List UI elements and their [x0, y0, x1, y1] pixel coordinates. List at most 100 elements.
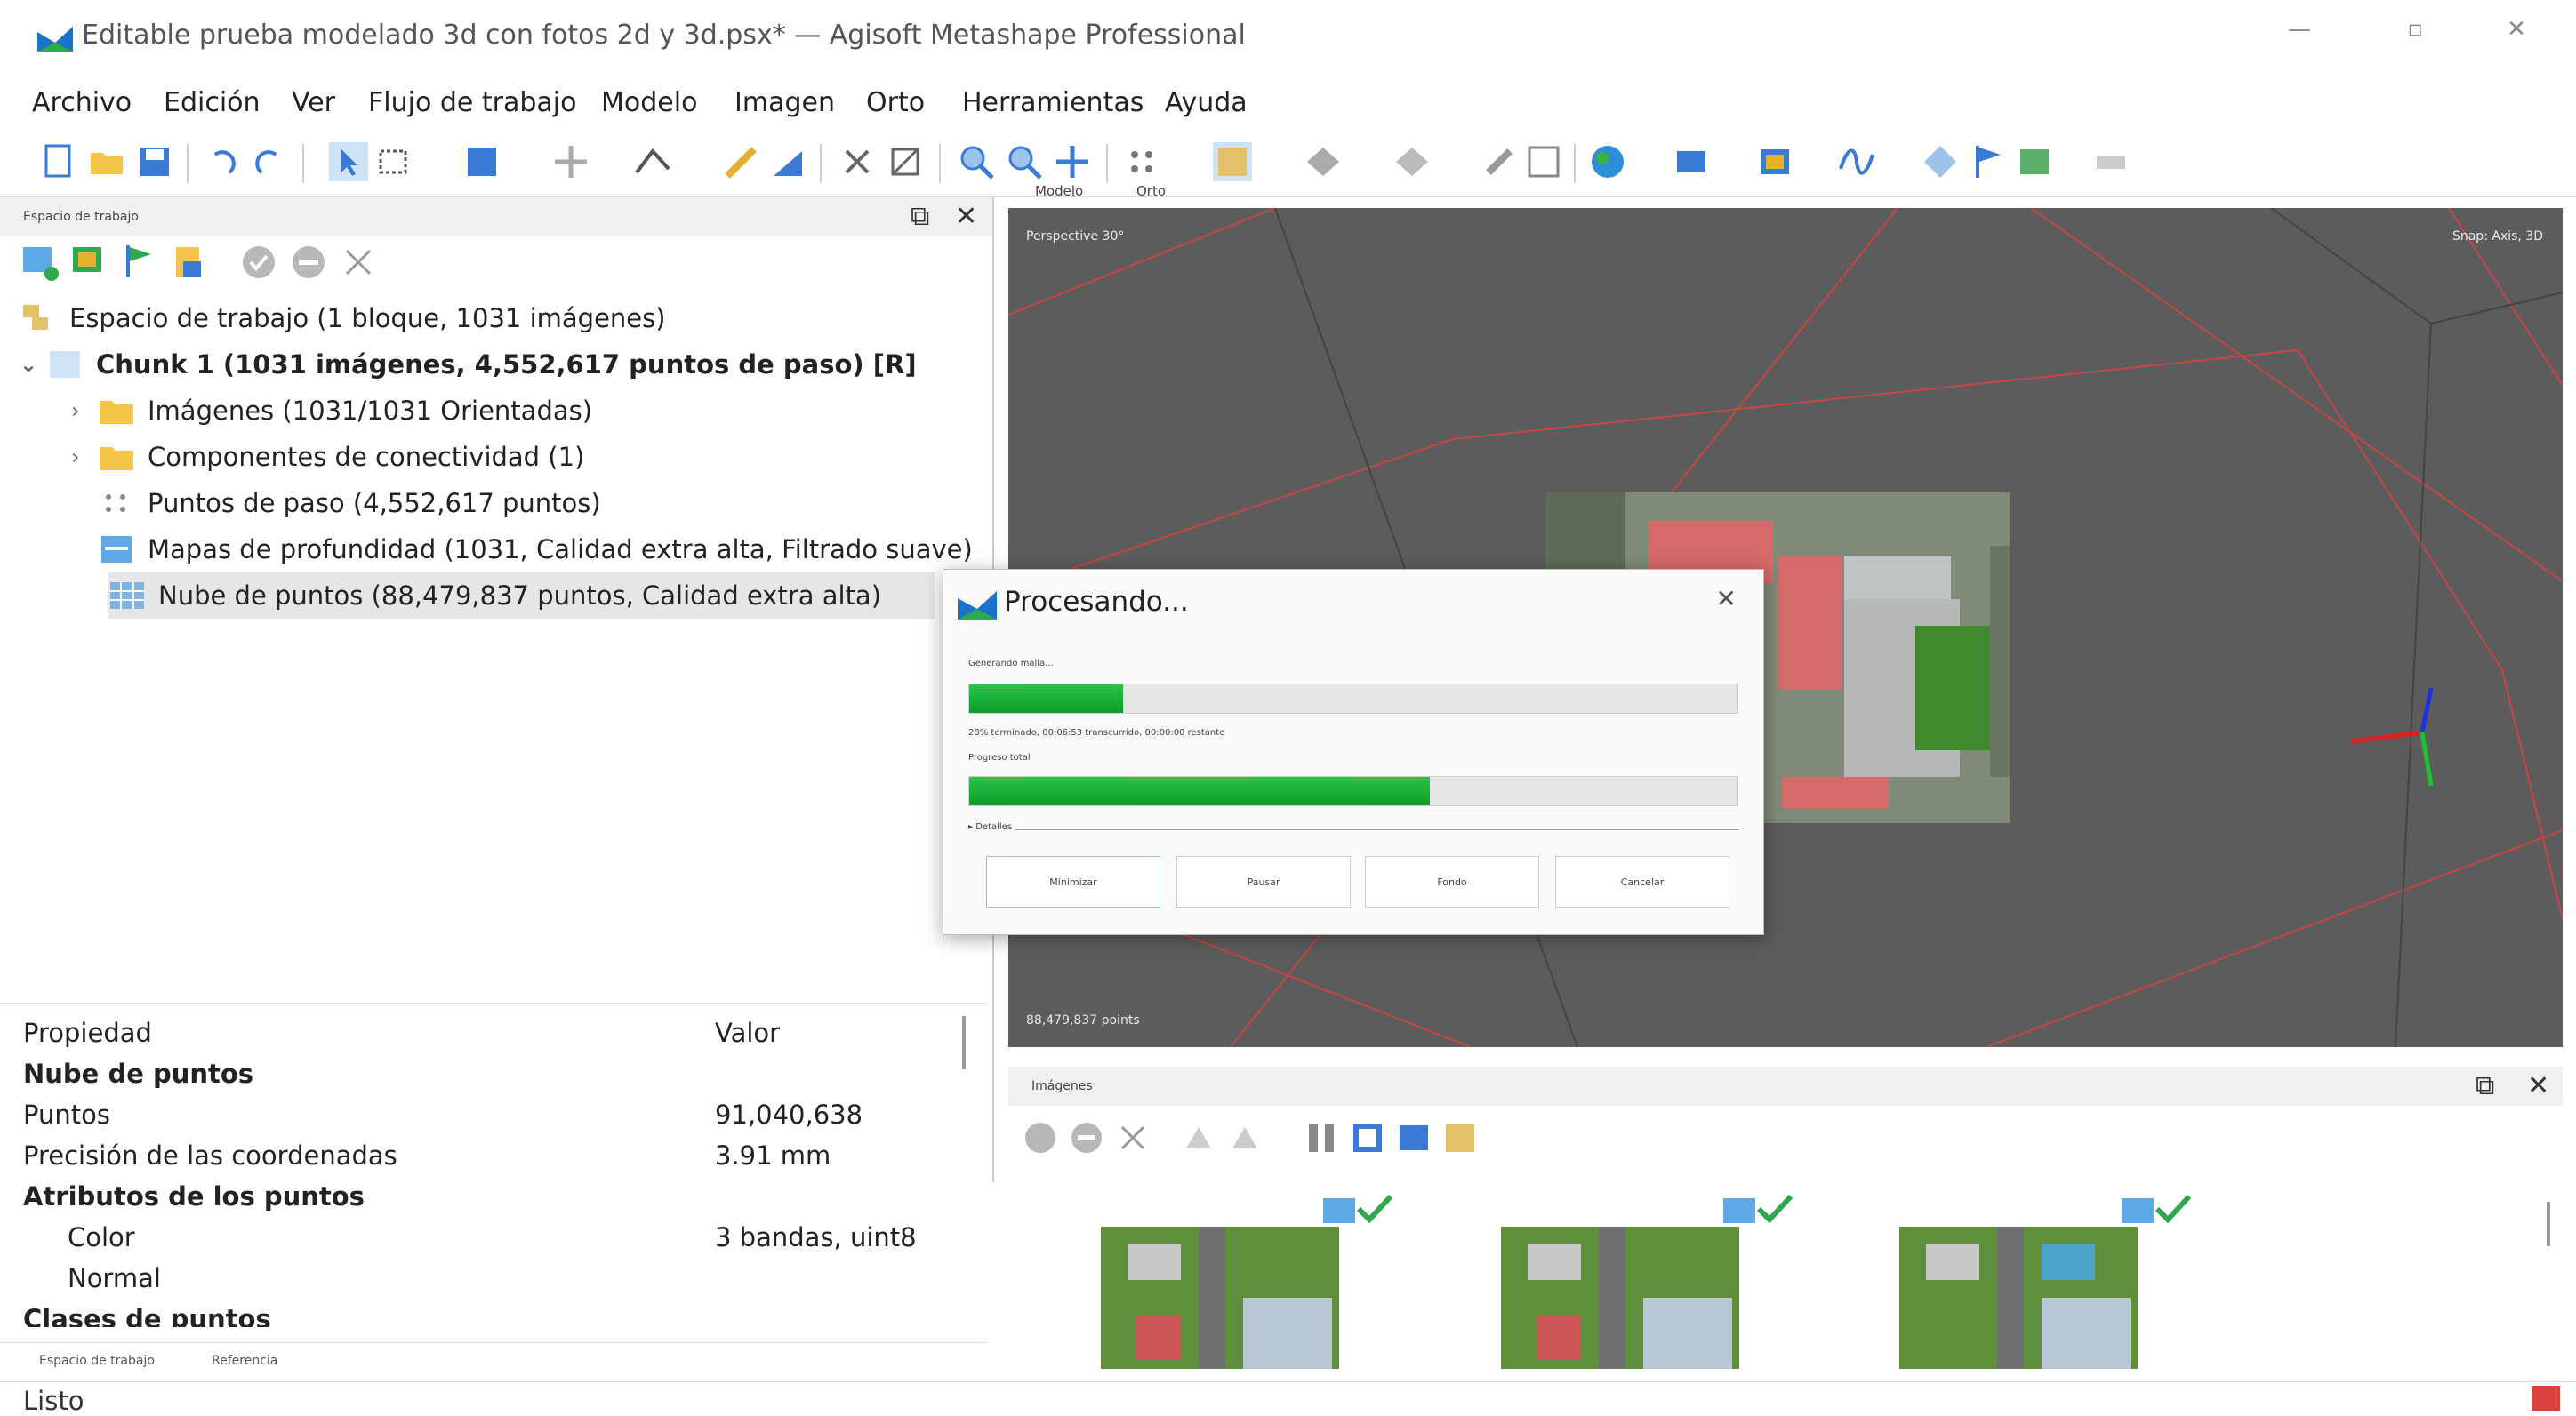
- toolbar-separator: [939, 144, 941, 183]
- tiled-model-icon[interactable]: [1480, 142, 1519, 181]
- tab-orto[interactable]: Orto: [1136, 183, 1166, 199]
- rotate-right-icon[interactable]: [1225, 1118, 1264, 1157]
- add-photos-icon[interactable]: [69, 242, 110, 283]
- menu-flujo-de-trabajo[interactable]: Flujo de trabajo: [368, 87, 576, 118]
- measure-area-icon[interactable]: [768, 142, 807, 181]
- shaded-model-icon[interactable]: [1304, 142, 1343, 181]
- toolbar-separator: [820, 144, 822, 183]
- crop-selection-icon[interactable]: [886, 142, 925, 181]
- folder-icon: [100, 401, 133, 424]
- rectangle-selection-icon[interactable]: [373, 142, 413, 181]
- close-panel-icon[interactable]: ✕: [2527, 1070, 2549, 1101]
- image-thumbnail[interactable]: [1899, 1194, 2192, 1369]
- enable-camera-icon[interactable]: [238, 242, 279, 283]
- point-cloud-icon: [110, 582, 144, 609]
- show-shapes-icon[interactable]: [1921, 142, 1960, 181]
- globe-icon[interactable]: [1588, 142, 1627, 181]
- close-button[interactable]: ✕: [2490, 16, 2543, 60]
- ruler-icon[interactable]: [720, 142, 759, 181]
- image-view-icon[interactable]: [1348, 1118, 1387, 1157]
- zoom-in-icon[interactable]: [957, 142, 996, 181]
- remove-items-icon[interactable]: [338, 242, 379, 283]
- dialog-close-icon[interactable]: ✕: [1716, 584, 1737, 613]
- tree-item-workspace[interactable]: Espacio de trabajo (1 bloque, 1031 imáge…: [20, 295, 666, 341]
- menu-orto[interactable]: Orto: [866, 87, 925, 118]
- chevron-down-icon[interactable]: ⌄: [20, 352, 46, 377]
- property-header: Propiedad: [23, 1018, 152, 1048]
- thumbnails-view-icon[interactable]: [1440, 1118, 1480, 1157]
- delete-selection-icon[interactable]: [838, 142, 877, 181]
- move-object-icon[interactable]: [551, 142, 590, 181]
- filter-images-icon[interactable]: [1302, 1118, 1341, 1157]
- close-panel-icon[interactable]: ✕: [955, 201, 977, 232]
- open-folder-icon[interactable]: [87, 142, 126, 181]
- tree-item-depth-maps[interactable]: Mapas de profundidad (1031, Calidad extr…: [98, 526, 973, 572]
- chevron-right-icon[interactable]: ›: [71, 444, 98, 469]
- details-toggle[interactable]: ▸ Detalles: [968, 822, 1012, 832]
- new-file-icon[interactable]: [39, 142, 78, 181]
- tree-item-images[interactable]: › Imágenes (1031/1031 Orientadas): [71, 388, 592, 434]
- tab-modelo[interactable]: Modelo: [1035, 183, 1083, 199]
- details-view-icon[interactable]: [1394, 1118, 1433, 1157]
- show-images-icon[interactable]: [1755, 142, 1794, 181]
- draw-polyline-icon[interactable]: [633, 142, 672, 181]
- minimize-button[interactable]: Minimizar: [986, 856, 1160, 908]
- background-button[interactable]: Fondo: [1365, 856, 1539, 908]
- aligned-check-icon: [2122, 1194, 2192, 1224]
- notification-icon[interactable]: [2532, 1386, 2560, 1411]
- disable-camera-icon[interactable]: [1067, 1118, 1106, 1157]
- redo-icon[interactable]: [249, 142, 288, 181]
- images-panel-label: Imágenes: [1031, 1079, 1093, 1093]
- disable-camera-icon[interactable]: [288, 242, 329, 283]
- add-chunk-icon[interactable]: [20, 242, 60, 283]
- menu-ver[interactable]: Ver: [292, 87, 335, 118]
- tree-item-connectivity[interactable]: › Componentes de conectividad (1): [71, 434, 584, 480]
- markers-flag-icon[interactable]: [1969, 142, 2008, 181]
- tree-item-point-cloud[interactable]: Nube de puntos (88,479,837 puntos, Calid…: [108, 572, 935, 619]
- tab-espacio-de-trabajo[interactable]: Espacio de trabajo: [39, 1354, 155, 1368]
- menu-bar: Archivo Edición Ver Flujo de trabajo Mod…: [0, 78, 2576, 133]
- menu-modelo[interactable]: Modelo: [601, 87, 697, 118]
- tree-item-tie-points[interactable]: Puntos de paso (4,552,617 puntos): [98, 480, 601, 526]
- tab-referencia[interactable]: Referencia: [212, 1354, 277, 1368]
- rotate-left-icon[interactable]: [1179, 1118, 1218, 1157]
- image-thumbnail[interactable]: [1101, 1194, 1393, 1369]
- menu-herramientas[interactable]: Herramientas: [962, 87, 1144, 118]
- undock-icon[interactable]: ⧉: [911, 201, 929, 232]
- undo-icon[interactable]: [203, 142, 242, 181]
- scrollbar[interactable]: [2547, 1202, 2550, 1246]
- chevron-right-icon[interactable]: ›: [71, 398, 98, 423]
- menu-edicion[interactable]: Edición: [164, 87, 261, 118]
- workspace-panel-label: Espacio de trabajo: [23, 210, 139, 224]
- remove-cameras-icon[interactable]: [1113, 1118, 1152, 1157]
- save-icon[interactable]: [135, 142, 174, 181]
- show-region-icon[interactable]: [1837, 142, 1876, 181]
- show-points-icon[interactable]: [1122, 142, 1161, 181]
- maximize-button[interactable]: ▫: [2388, 16, 2442, 60]
- reset-view-icon[interactable]: [1053, 142, 1092, 181]
- select-pointer-icon[interactable]: [329, 142, 368, 181]
- menu-archivo[interactable]: Archivo: [32, 87, 132, 118]
- add-markers-icon[interactable]: [119, 242, 160, 283]
- column-resizer[interactable]: [962, 1016, 966, 1069]
- show-orthomosaic-icon[interactable]: [2015, 142, 2054, 181]
- dem-icon[interactable]: [1524, 142, 1563, 181]
- minimize-button[interactable]: —: [2273, 16, 2326, 60]
- pause-button[interactable]: Pausar: [1176, 856, 1351, 908]
- menu-ayuda[interactable]: Ayuda: [1165, 87, 1248, 118]
- menu-imagen[interactable]: Imagen: [734, 87, 835, 118]
- show-cameras-icon[interactable]: [1672, 142, 1711, 181]
- import-icon[interactable]: [169, 242, 210, 283]
- navigation-icon[interactable]: [462, 142, 502, 181]
- image-thumbnail[interactable]: [1501, 1194, 1794, 1369]
- solid-model-icon[interactable]: [1392, 142, 1432, 181]
- task-progress-bar: [968, 684, 1738, 714]
- enable-camera-icon[interactable]: [1021, 1118, 1060, 1157]
- cancel-button[interactable]: Cancelar: [1555, 856, 1729, 908]
- point-cloud-icon[interactable]: [1213, 142, 1252, 181]
- zoom-out-icon[interactable]: [1005, 142, 1044, 181]
- tree-item-chunk[interactable]: ⌄ Chunk 1 (1031 imágenes, 4,552,617 punt…: [20, 341, 917, 388]
- show-basemap-icon[interactable]: [2091, 142, 2131, 181]
- undock-icon[interactable]: ⧉: [2476, 1070, 2494, 1101]
- toolbar-separator: [1574, 144, 1576, 183]
